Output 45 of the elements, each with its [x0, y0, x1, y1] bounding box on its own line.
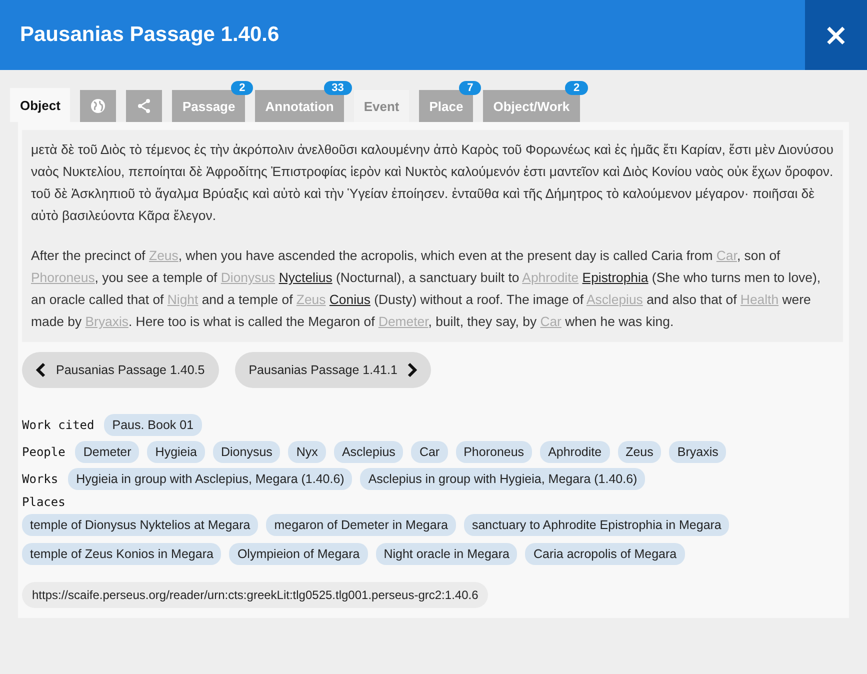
- tag-chip[interactable]: Bryaxis: [669, 441, 726, 463]
- close-button[interactable]: ×: [805, 0, 867, 70]
- tag-chip[interactable]: Hygieia in group with Asclepius, Megara (1.40.6): [68, 468, 352, 490]
- section-label: Works: [22, 472, 58, 486]
- term-link[interactable]: Nyctelius: [278, 270, 332, 285]
- tag-chip[interactable]: Nyx: [288, 441, 326, 463]
- tag-chip[interactable]: Aphrodite: [540, 441, 610, 463]
- previous-passage-button[interactable]: Pausanias Passage 1.40.5: [22, 352, 219, 388]
- tag-chip[interactable]: Phoroneus: [456, 441, 532, 463]
- term-link[interactable]: Conius: [329, 292, 370, 307]
- tag-chip[interactable]: megaron of Demeter in Megara: [266, 514, 456, 536]
- section-label: Places: [22, 495, 66, 509]
- tag-chip[interactable]: sanctuary to Aphrodite Epistrophia in Megara: [464, 514, 730, 536]
- url-link[interactable]: https://scaife.perseus.org/reader/urn:cts:greekLit:tlg0525.tlg001.perseus-grc2:1.40.6: [22, 582, 488, 608]
- count-badge: 2: [565, 81, 588, 95]
- window-title: Pausanias Passage 1.40.6: [20, 23, 280, 47]
- translation-text: After the precinct of Zeus, when you have ascended the acropolis, which even at the present day is called Caria from Car, son of Phoroneus, you see a temple of Dionysus Nyctelius (Nocturnal), a sanctuary built to Aphrodite Epistrophia (She who turns men to love), an oracle called that of Night and a temple of Zeus Conius (Dusty) without a roof. The image of Asclepius and also that of Health were made by Bryaxis. Here too is what is called the Megaron of Demeter, built, they say, by Car when he was king.: [31, 247, 822, 331]
- tag-chip[interactable]: Caria acropolis of Megara: [525, 543, 685, 565]
- tag-chip[interactable]: Car: [411, 441, 448, 463]
- term-link[interactable]: Epistrophia: [582, 270, 648, 285]
- chevron-right-icon: [407, 362, 418, 378]
- tag-chip[interactable]: Paus. Book 01: [104, 414, 202, 436]
- section-label: People: [22, 445, 66, 459]
- count-badge: 7: [459, 81, 482, 95]
- tag-chip[interactable]: Dionysus: [212, 441, 280, 463]
- greek-text: μετὰ δὲ τοῦ Διὸς τὸ τέμενος ἐς τὴν ἀκρόπολιν ἀνελθοῦσι καλουμένην ἀπὸ Καρὸς τοῦ Φορωνέως καὶ ἐς ἡμᾶς ἔτι Καρίαν, ἔστι μὲν Διονύσου ναὸς Νυκτελίου, πεποίηται δὲ Ἀφροδίτης Ἐπιστροφίας ἱερὸν καὶ Νυκτὸς καλούμενόν ἐστι μαντεῖον καὶ Διὸς Κονίου ναὸς οὐκ ἔχων ὄροφον. τοῦ δὲ Ἀσκληπιοῦ τὸ ἄγαλμα Βρύαξις καὶ αὐτὸ καὶ τὴν Ὑγείαν ἐποίησεν. ἐνταῦθα καὶ τῆς Δήμητρος τὸ καλούμενον μέγαρον· ποιῆσαι δὲ αὐτὸ βασιλεύοντα Κᾶρα ἔλεγον.: [31, 141, 834, 225]
- tag-chip[interactable]: temple of Dionysus Nyktelios at Megara: [22, 514, 258, 536]
- section-label: Work cited: [22, 418, 94, 432]
- next-passage-button[interactable]: Pausanias Passage 1.41.1: [234, 352, 432, 388]
- network-tab[interactable]: [126, 90, 162, 122]
- globe-icon: [90, 98, 106, 114]
- tag-chip[interactable]: Zeus: [618, 441, 662, 463]
- tag-chip[interactable]: Night oracle in Megara: [376, 543, 518, 565]
- share-icon: [136, 98, 152, 114]
- chevron-left-icon: [36, 362, 46, 378]
- count-badge: 33: [324, 81, 352, 95]
- tag-chip[interactable]: Olympieion of Megara: [229, 543, 368, 565]
- tag-chip[interactable]: Asclepius: [334, 441, 404, 463]
- tag-chip[interactable]: Demeter: [75, 441, 140, 463]
- tag-chip[interactable]: Hygieia: [147, 441, 205, 463]
- tab[interactable]: Object: [10, 88, 70, 122]
- tag-chip[interactable]: Asclepius in group with Hygieia, Megara (1.40.6): [360, 468, 646, 490]
- tag-chip[interactable]: temple of Zeus Konios in Megara: [22, 543, 222, 565]
- map-tab[interactable]: [80, 90, 116, 122]
- count-badge: 2: [231, 81, 254, 95]
